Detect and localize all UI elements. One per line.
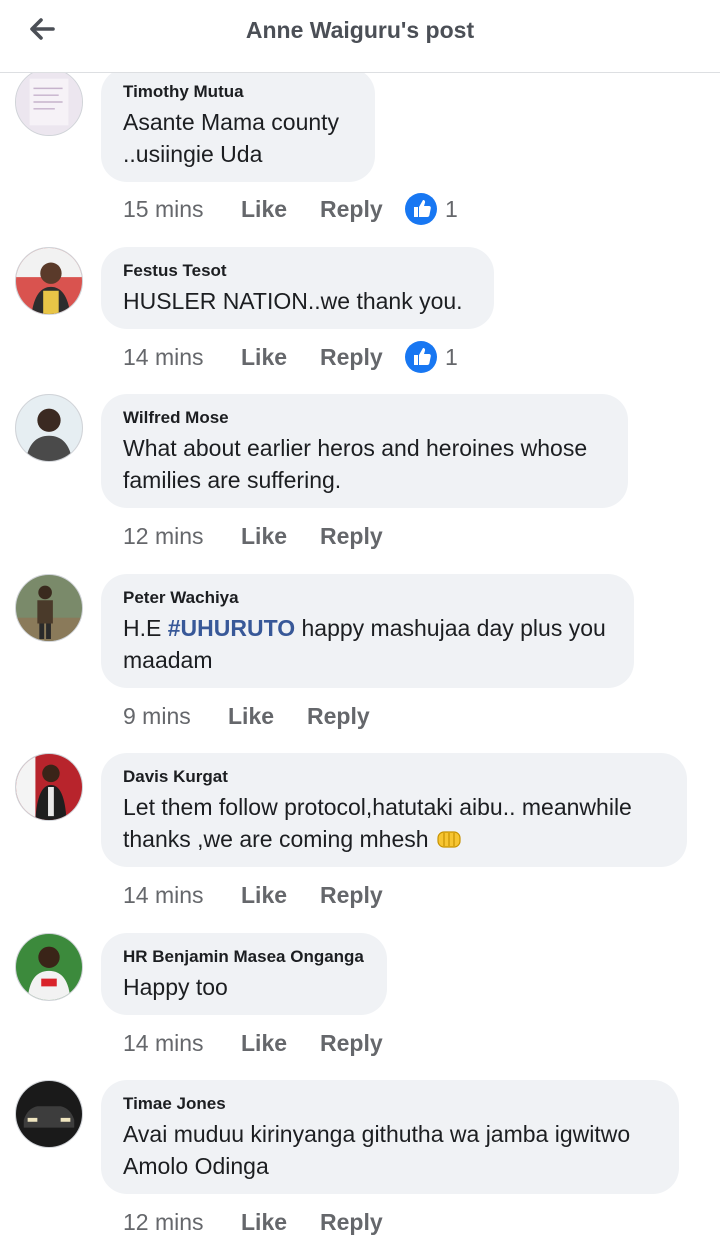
avatar[interactable]	[15, 574, 83, 642]
comment-actions: 14 mins Like Reply	[123, 1028, 402, 1058]
comment-bubble: Timae Jones Avai muduu kirinyanga githut…	[101, 1080, 679, 1194]
comment-bubble: Timothy Mutua Asante Mama county ..usiin…	[101, 68, 375, 182]
avatar[interactable]	[15, 753, 83, 821]
reply-button[interactable]: Reply	[307, 703, 389, 730]
comment-actions: 12 mins Like Reply	[123, 1207, 402, 1237]
comment-time[interactable]: 14 mins	[123, 1030, 241, 1057]
reaction-count: 1	[445, 195, 458, 222]
comment-time[interactable]: 12 mins	[123, 1209, 241, 1236]
comment-author[interactable]: Festus Tesot	[123, 261, 472, 281]
avatar[interactable]	[15, 1080, 83, 1148]
comment-text: Avai muduu kirinyanga githutha wa jamba …	[123, 1121, 631, 1179]
avatar[interactable]	[15, 68, 83, 136]
comment-author[interactable]: Timae Jones	[123, 1094, 657, 1114]
comment-time[interactable]: 15 mins	[123, 196, 241, 223]
reply-button[interactable]: Reply	[320, 344, 402, 371]
comment-bubble: HR Benjamin Masea Onganga Happy too	[101, 933, 387, 1015]
avatar[interactable]	[15, 247, 83, 315]
comment-actions: 9 mins Like Reply	[123, 701, 389, 731]
comment-text: HUSLER NATION..we thank you.	[123, 288, 463, 314]
reaction-summary[interactable]: 1	[405, 341, 458, 373]
comment-bubble: Wilfred Mose What about earlier heros an…	[101, 394, 628, 508]
comment-actions: 15 mins Like Reply 1	[123, 193, 458, 225]
reaction-summary[interactable]: 1	[405, 193, 458, 225]
comment-text: Let them follow protocol,hatutaki aibu..…	[123, 791, 665, 855]
comment-text: Asante Mama county ..usiingie Uda	[123, 109, 340, 167]
like-reaction-icon	[405, 193, 437, 225]
reply-button[interactable]: Reply	[320, 1030, 402, 1057]
like-button[interactable]: Like	[241, 1209, 320, 1236]
comment-author[interactable]: Wilfred Mose	[123, 408, 606, 428]
comment-author[interactable]: HR Benjamin Masea Onganga	[123, 947, 365, 967]
reply-button[interactable]: Reply	[320, 523, 402, 550]
comment-time[interactable]: 14 mins	[123, 882, 241, 909]
avatar[interactable]	[15, 933, 83, 1001]
top-bar: Anne Waiguru's post	[0, 0, 720, 73]
like-button[interactable]: Like	[241, 523, 320, 550]
comment-text-prefix: H.E	[123, 615, 168, 641]
comment-author[interactable]: Peter Wachiya	[123, 588, 612, 608]
comment-text: What about earlier heros and heroines wh…	[123, 435, 588, 493]
like-button[interactable]: Like	[241, 882, 320, 909]
avatar[interactable]	[15, 394, 83, 462]
like-button[interactable]: Like	[228, 703, 307, 730]
hashtag-link[interactable]: #UHURUTO	[168, 615, 295, 641]
comment-time[interactable]: 12 mins	[123, 523, 241, 550]
comment-bubble: Davis Kurgat Let them follow protocol,ha…	[101, 753, 687, 867]
comment-text: Happy too	[123, 974, 228, 1000]
reply-button[interactable]: Reply	[320, 1209, 402, 1236]
reaction-count: 1	[445, 343, 458, 370]
like-reaction-icon	[405, 341, 437, 373]
comment-actions: 14 mins Like Reply	[123, 880, 402, 910]
comment-bubble: Festus Tesot HUSLER NATION..we thank you…	[101, 247, 494, 329]
comment-actions: 14 mins Like Reply 1	[123, 341, 458, 373]
comment-author[interactable]: Davis Kurgat	[123, 767, 665, 787]
comment-time[interactable]: 9 mins	[123, 703, 228, 730]
comment-text: H.E #UHURUTO happy mashujaa day plus you…	[123, 612, 612, 676]
comment-bubble: Peter Wachiya H.E #UHURUTO happy mashuja…	[101, 574, 634, 688]
oncoming-fist-emoji	[436, 831, 461, 848]
like-button[interactable]: Like	[241, 344, 320, 371]
comment-time[interactable]: 14 mins	[123, 344, 241, 371]
comment-author[interactable]: Timothy Mutua	[123, 82, 353, 102]
like-button[interactable]: Like	[241, 196, 320, 223]
reply-button[interactable]: Reply	[320, 196, 402, 223]
comment-actions: 12 mins Like Reply	[123, 521, 402, 551]
comment-text-body: Let them follow protocol,hatutaki aibu..…	[123, 794, 632, 852]
like-button[interactable]: Like	[241, 1030, 320, 1057]
page-title: Anne Waiguru's post	[245, 17, 475, 43]
reply-button[interactable]: Reply	[320, 882, 402, 909]
